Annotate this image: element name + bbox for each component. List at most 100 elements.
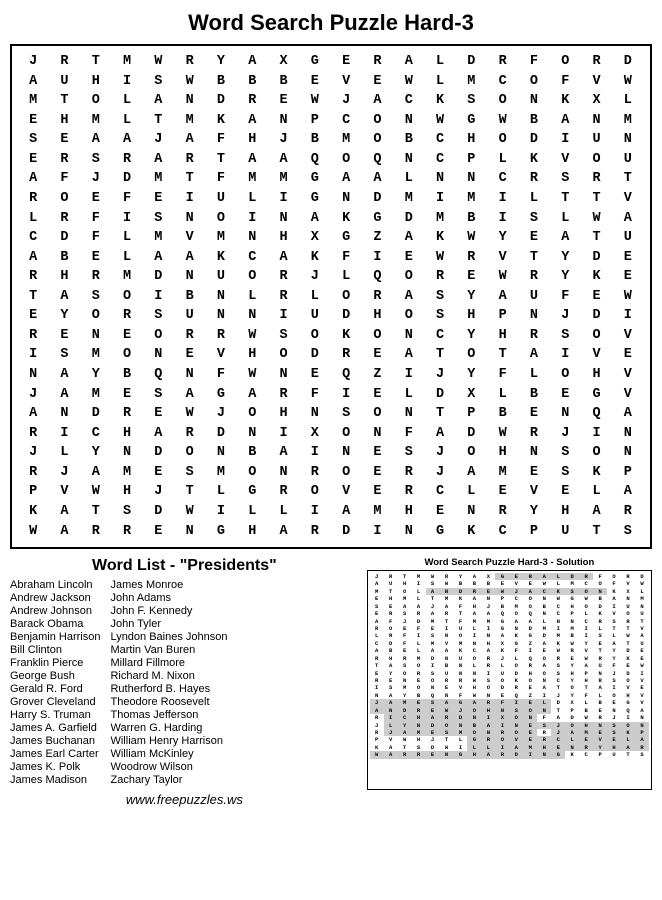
solution-cell: Q (426, 692, 440, 699)
grid-cell: R (613, 502, 644, 522)
solution-cell: S (593, 632, 607, 639)
solution-cell: F (579, 692, 593, 699)
grid-cell: K (331, 209, 362, 229)
solution-cell: H (565, 670, 579, 677)
solution-cell: D (495, 684, 509, 691)
solution-cell: D (453, 588, 467, 595)
solution-cell: W (621, 632, 635, 639)
puzzle-grid: JRTMWRYAXGERALDRFORDAUHISWBBBEVEWLMCOFVW… (18, 52, 644, 541)
solution-cell: M (440, 595, 454, 602)
grid-cell: S (331, 404, 362, 424)
solution-cell: W (426, 573, 440, 580)
grid-cell: A (49, 287, 80, 307)
grid-cell: O (362, 130, 393, 150)
solution-cell: X (495, 640, 509, 647)
grid-cell: R (49, 209, 80, 229)
grid-cell: O (237, 267, 268, 287)
solution-cell: V (579, 647, 593, 654)
word-item: Franklin Pierce (10, 657, 100, 669)
grid-cell: T (581, 189, 612, 209)
solution-cell: D (426, 655, 440, 662)
solution-cell: T (453, 610, 467, 617)
solution-cell: Y (398, 722, 412, 729)
grid-cell: M (143, 169, 174, 189)
grid-cell: V (206, 345, 237, 365)
grid-cell: A (237, 52, 268, 72)
solution-cell: O (398, 670, 412, 677)
solution-cell: O (537, 670, 551, 677)
grid-cell: F (300, 385, 331, 405)
grid-cell: U (519, 287, 550, 307)
grid-cell: O (331, 463, 362, 483)
solution-cell: M (523, 744, 537, 751)
solution-cell: T (579, 684, 593, 691)
grid-cell: O (331, 150, 362, 170)
grid-cell: W (456, 228, 487, 248)
grid-cell: T (143, 111, 174, 131)
grid-cell: A (174, 385, 205, 405)
grid-cell: U (206, 267, 237, 287)
word-item: Bill Clinton (10, 644, 100, 656)
grid-cell: W (613, 287, 644, 307)
solution-cell: V (635, 677, 649, 684)
grid-cell: K (331, 326, 362, 346)
grid-cell: I (49, 424, 80, 444)
grid-cell: W (237, 326, 268, 346)
grid-cell: M (456, 72, 487, 92)
solution-cell: L (412, 595, 426, 602)
solution-cell: I (481, 714, 495, 721)
solution-cell: F (453, 603, 467, 610)
solution-cell: I (621, 714, 635, 721)
grid-cell: E (268, 91, 299, 111)
solution-cell: R (579, 573, 593, 580)
grid-cell: M (18, 91, 49, 111)
grid-cell: U (613, 150, 644, 170)
grid-cell: R (519, 169, 550, 189)
solution-cell: S (481, 677, 495, 684)
solution-cell: E (495, 580, 509, 587)
solution-cell: O (467, 729, 481, 736)
grid-cell: A (143, 248, 174, 268)
solution-cell: S (426, 580, 440, 587)
solution-cell: M (398, 699, 412, 706)
grid-cell: R (300, 522, 331, 542)
solution-cell: P (370, 736, 384, 743)
grid-cell: E (362, 463, 393, 483)
solution-cell: M (453, 729, 467, 736)
grid-cell: B (487, 404, 518, 424)
grid-cell: N (581, 111, 612, 131)
solution-cell: I (412, 632, 426, 639)
grid-cell: H (456, 130, 487, 150)
solution-cell: R (467, 588, 481, 595)
solution-cell: E (426, 707, 440, 714)
grid-cell: I (268, 306, 299, 326)
grid-cell: C (81, 424, 112, 444)
solution-cell: E (593, 707, 607, 714)
grid-cell: S (268, 326, 299, 346)
grid-cell: J (81, 169, 112, 189)
solution-cell: J (495, 655, 509, 662)
solution-cell: R (370, 714, 384, 721)
grid-cell: N (613, 424, 644, 444)
grid-cell: Y (456, 365, 487, 385)
solution-cell: S (398, 662, 412, 669)
solution-cell: H (523, 670, 537, 677)
solution-cell: O (384, 625, 398, 632)
grid-cell: L (300, 287, 331, 307)
grid-cell: W (300, 91, 331, 111)
grid-cell: C (425, 150, 456, 170)
grid-cell: T (174, 169, 205, 189)
grid-cell: H (394, 502, 425, 522)
grid-cell: O (49, 189, 80, 209)
solution-cell: N (453, 670, 467, 677)
grid-cell: C (425, 482, 456, 502)
solution-cell: E (523, 729, 537, 736)
solution-cell: I (635, 670, 649, 677)
grid-cell: Z (362, 365, 393, 385)
grid-cell: Y (456, 326, 487, 346)
grid-cell: A (613, 482, 644, 502)
solution-cell: G (509, 640, 523, 647)
solution-cell: A (370, 647, 384, 654)
solution-cell: R (370, 655, 384, 662)
grid-cell: E (300, 365, 331, 385)
